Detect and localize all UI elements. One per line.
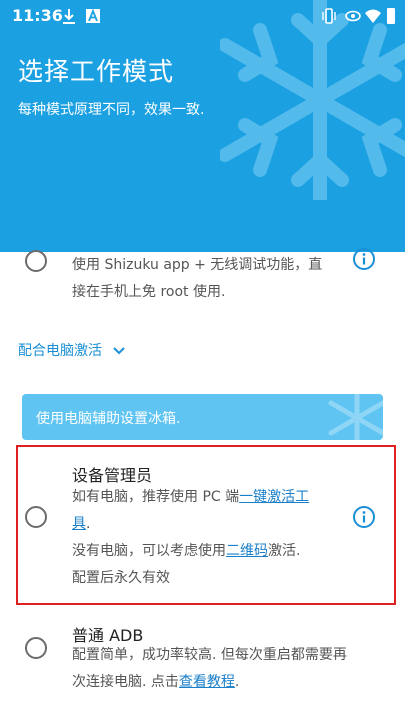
one-click-tool-link-cont[interactable]: 具 [72, 516, 86, 532]
pc-assist-banner: 使用电脑辅助设置冰箱. [22, 394, 383, 440]
wifi-icon [365, 9, 381, 23]
page-title: 选择工作模式 [18, 57, 175, 86]
shizuku-description: 使用 Shizuku app + 无线调试功能，直 接在手机上免 root 使用… [72, 257, 323, 300]
shizuku-info-icon[interactable] [352, 247, 376, 271]
snowflake-icon [328, 394, 383, 440]
status-time: 11:36 [12, 6, 63, 25]
adb-description: 配置简单，成功率较高. 但每次重启都需要再 次连接电脑. 点击查看教程. [72, 647, 347, 690]
adb-radio[interactable] [25, 637, 47, 659]
status-bar: 11:36 [0, 0, 405, 32]
chevron-down-icon [113, 347, 126, 355]
device-admin-title: 设备管理员 [72, 466, 153, 485]
page-subtitle: 每种模式原理不同，效果一致. [18, 102, 205, 118]
one-click-tool-link[interactable]: 一键激活工 [239, 489, 309, 505]
battery-icon [387, 8, 395, 24]
download-icon [63, 9, 75, 24]
a-box-icon [86, 8, 100, 23]
vibrate-icon [322, 8, 336, 24]
qrcode-link[interactable]: 二维码 [226, 543, 268, 559]
pc-activation-section[interactable]: 配合电脑激活 [18, 340, 126, 360]
mode-list[interactable]: 使用 Shizuku app + 无线调试功能，直 接在手机上免 root 使用… [0, 248, 405, 720]
device-admin-info-icon[interactable] [352, 505, 376, 529]
eye-icon [345, 10, 361, 22]
view-tutorial-link[interactable]: 查看教程 [179, 674, 235, 690]
device-admin-radio[interactable] [25, 506, 47, 528]
device-admin-description: 如有电脑，推荐使用 PC 端一键激活工 具. 没有电脑，可以考虑使用二维码激活.… [72, 489, 310, 586]
shizuku-radio[interactable] [25, 250, 47, 272]
header: 11:36 选择工作模式 每种模式原理不同，效果一致. [0, 0, 405, 252]
